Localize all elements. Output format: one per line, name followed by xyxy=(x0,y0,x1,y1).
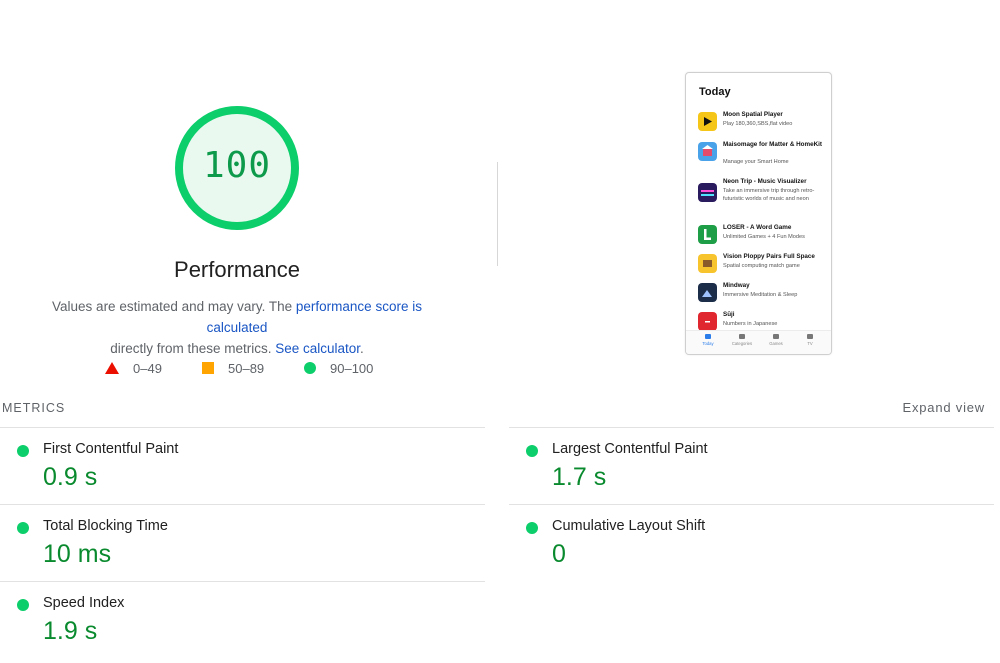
gauge-title: Performance xyxy=(174,257,300,282)
legend-range: 90–100 xyxy=(330,360,374,376)
performance-gauge: 100 xyxy=(172,103,302,233)
app-list-item: Mindway Immersive Meditation & Sleep xyxy=(698,282,828,312)
tab-label: Categories xyxy=(731,341,753,346)
performance-score: 100 xyxy=(202,145,272,186)
desc-text-2: directly from these metrics. xyxy=(110,341,276,356)
metric-value: 1.7 s xyxy=(552,463,607,491)
play-icon xyxy=(698,112,717,131)
vertical-divider xyxy=(497,162,498,266)
letter-l-icon xyxy=(698,225,717,244)
tv-icon xyxy=(807,334,813,339)
app-name: Sūji xyxy=(723,311,735,318)
app-subtitle: Manage your Smart Home xyxy=(723,159,789,165)
cards-icon xyxy=(698,254,717,273)
metric-value: 0 xyxy=(552,540,566,568)
categories-icon xyxy=(739,334,745,339)
app-subtitle: Unlimited Games + 4 Fun Modes xyxy=(723,234,805,240)
app-name: Neon Trip - Music Visualizer xyxy=(723,178,807,185)
neon-icon xyxy=(698,183,717,202)
app-list-item: LOSER - A Word Game Unlimited Games + 4 … xyxy=(698,224,828,254)
app-subtitle: Numbers in Japanese xyxy=(723,321,778,327)
suji-icon xyxy=(698,312,717,331)
legend-range: 50–89 xyxy=(228,360,265,376)
metric-total-blocking-time: Total Blocking Time 10 ms xyxy=(0,504,485,581)
app-list-item: Maisomage for Matter & HomeKit Manage yo… xyxy=(698,141,828,171)
desc-text-1: Values are estimated and may vary. The xyxy=(52,299,296,314)
tab-tv: TV xyxy=(795,334,825,346)
app-name: Mindway xyxy=(723,282,750,289)
circle-icon xyxy=(304,362,316,374)
tab-categories: Categories xyxy=(727,334,757,346)
app-subtitle: Spatial computing match game xyxy=(723,263,800,269)
pass-circle-icon xyxy=(526,522,538,534)
legend-pass: 90–100 xyxy=(304,360,373,376)
app-subtitle: Take an immersive trip through retro-fut… xyxy=(723,188,815,202)
pass-circle-icon xyxy=(17,445,29,457)
tab-label: TV xyxy=(807,341,813,346)
metric-speed-index: Speed Index 1.9 s xyxy=(0,581,485,658)
app-list-item: Moon Spatial Player Play 180,360,SBS,fla… xyxy=(698,111,828,141)
app-subtitle: Immersive Meditation & Sleep xyxy=(723,292,798,298)
metric-first-contentful-paint: First Contentful Paint 0.9 s xyxy=(0,427,485,504)
tab-label: Games xyxy=(769,341,783,346)
app-list-item: Vision Ploppy Pairs Full Space Spatial c… xyxy=(698,253,828,283)
metric-value: 10 ms xyxy=(43,540,112,568)
app-name: Vision Ploppy Pairs Full Space xyxy=(723,253,815,260)
metric-value: 0.9 s xyxy=(43,463,98,491)
tab-label: Today xyxy=(702,341,714,346)
metrics-header: METRICS xyxy=(2,401,66,415)
square-icon xyxy=(202,362,214,374)
expand-view-button[interactable]: Expand view xyxy=(902,400,985,415)
app-name: Moon Spatial Player xyxy=(723,111,783,118)
home-icon xyxy=(698,142,717,161)
app-list-item: Neon Trip - Music Visualizer Take an imm… xyxy=(698,178,828,218)
app-name: Maisomage for Matter & HomeKit xyxy=(723,141,823,148)
final-screenshot[interactable]: Today Moon Spatial Player Play 180,360,S… xyxy=(685,72,832,355)
pass-circle-icon xyxy=(526,445,538,457)
pass-circle-icon xyxy=(17,599,29,611)
metric-title: Total Blocking Time xyxy=(43,518,168,534)
metric-title: Speed Index xyxy=(43,595,125,611)
app-name: LOSER - A Word Game xyxy=(723,224,792,231)
legend-fail: 0–49 xyxy=(105,360,162,376)
metric-value: 1.9 s xyxy=(43,617,98,645)
today-icon xyxy=(705,334,711,339)
screenshot-title: Today xyxy=(699,86,731,98)
screenshot-tab-bar: Today Categories Games TV xyxy=(686,330,831,354)
tab-today: Today xyxy=(693,334,723,346)
metric-cumulative-layout-shift: Cumulative Layout Shift 0 xyxy=(509,504,994,581)
desc-text-3: . xyxy=(360,341,364,356)
games-icon xyxy=(773,334,779,339)
app-subtitle: Play 180,360,SBS,flat video xyxy=(723,121,793,127)
metric-largest-contentful-paint: Largest Contentful Paint 1.7 s xyxy=(509,427,994,504)
legend-range: 0–49 xyxy=(133,360,162,376)
metric-title: Largest Contentful Paint xyxy=(552,441,708,457)
score-description: Values are estimated and may vary. The p… xyxy=(20,296,454,359)
legend-average: 50–89 xyxy=(202,360,264,376)
mountain-icon xyxy=(698,283,717,302)
metric-title: First Contentful Paint xyxy=(43,441,179,457)
pass-circle-icon xyxy=(17,522,29,534)
tab-games: Games xyxy=(761,334,791,346)
triangle-icon xyxy=(105,362,119,374)
see-calculator-link[interactable]: See calculator xyxy=(275,341,360,356)
metric-title: Cumulative Layout Shift xyxy=(552,518,706,534)
